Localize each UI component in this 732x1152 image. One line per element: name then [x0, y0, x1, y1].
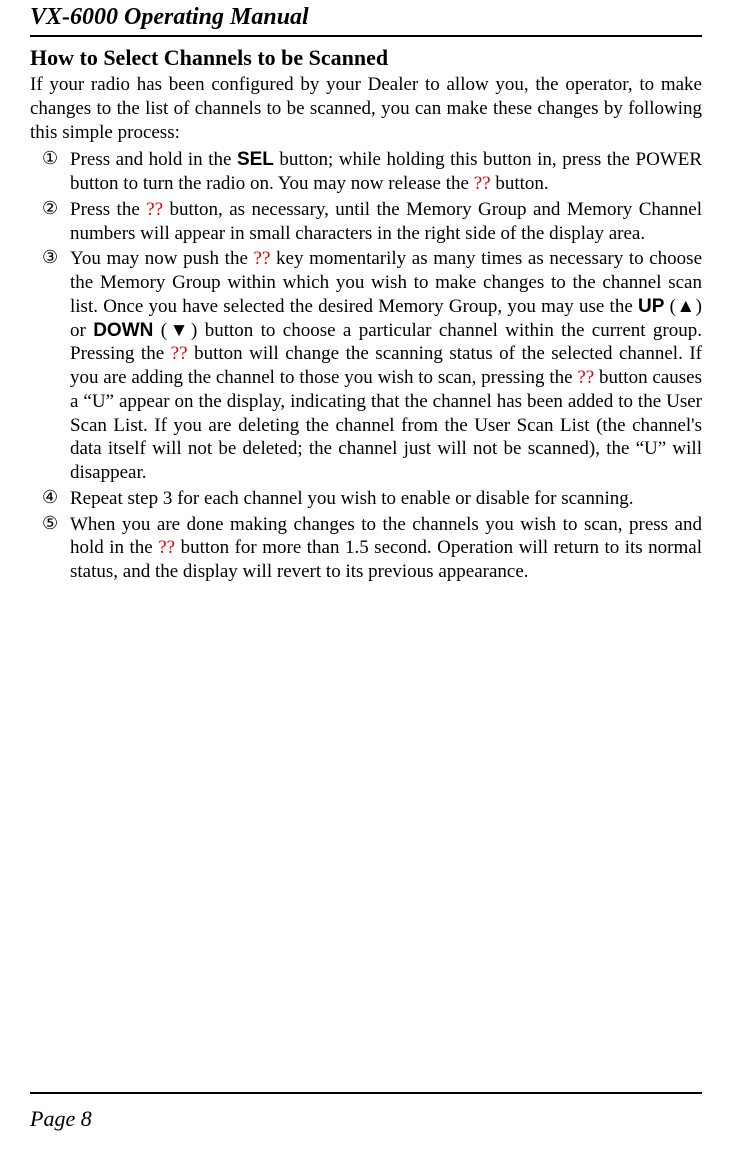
- list-content: You may now push the ?? key momentarily …: [70, 247, 702, 485]
- text-run: ??: [254, 248, 271, 269]
- text-run: ??: [158, 537, 175, 558]
- list-marker: ③: [30, 247, 70, 485]
- steps-list-item: ⑤When you are done making changes to the…: [30, 513, 702, 584]
- footer-divider: [30, 1092, 702, 1094]
- steps-list-item: ④Repeat step 3 for each channel you wish…: [30, 487, 702, 511]
- text-run: You may now push the: [70, 248, 254, 269]
- text-run: ??: [577, 367, 594, 388]
- text-run: ??: [146, 199, 163, 220]
- page: VX-6000 Operating Manual How to Select C…: [0, 0, 732, 1152]
- steps-list-item: ②Press the ?? button, as necessary, unti…: [30, 198, 702, 246]
- list-content: When you are done making changes to the …: [70, 513, 702, 584]
- text-run: ??: [474, 173, 491, 194]
- steps-list: ①Press and hold in the SEL button; while…: [30, 148, 702, 584]
- text-run: Press and hold in the: [70, 149, 237, 170]
- text-run: ??: [171, 343, 188, 364]
- text-run: Press the: [70, 199, 146, 220]
- list-marker: ①: [30, 148, 70, 196]
- page-number: Page 8: [30, 1106, 92, 1132]
- list-content: Press and hold in the SEL button; while …: [70, 148, 702, 196]
- list-marker: ②: [30, 198, 70, 246]
- text-run: UP: [638, 296, 664, 317]
- list-content: Repeat step 3 for each channel you wish …: [70, 487, 702, 511]
- text-run: button.: [491, 173, 549, 194]
- section-title: How to Select Channels to be Scanned: [30, 45, 702, 71]
- list-marker: ④: [30, 487, 70, 511]
- document-title: VX-6000 Operating Manual: [30, 0, 702, 37]
- list-content: Press the ?? button, as necessary, until…: [70, 198, 702, 246]
- steps-list-item: ③You may now push the ?? key momentarily…: [30, 247, 702, 485]
- steps-list-item: ①Press and hold in the SEL button; while…: [30, 148, 702, 196]
- list-marker: ⑤: [30, 513, 70, 584]
- text-run: button, as necessary, until the Memory G…: [70, 199, 702, 244]
- intro-paragraph: If your radio has been configured by you…: [30, 73, 702, 144]
- text-run: SEL: [237, 149, 274, 170]
- text-run: Repeat step 3 for each channel you wish …: [70, 488, 633, 509]
- text-run: DOWN: [93, 320, 153, 341]
